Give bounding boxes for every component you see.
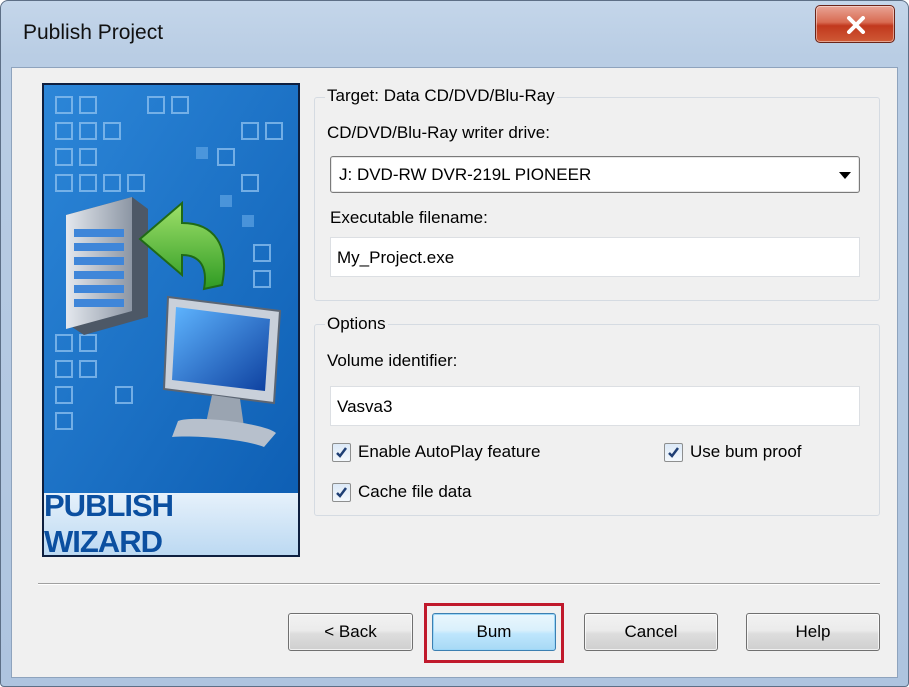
checkmark-icon [336,486,347,498]
filename-input-value: My_Project.exe [337,248,455,267]
banner-illustration [44,85,298,495]
chevron-down-icon [839,172,851,179]
close-icon [847,16,865,34]
wizard-banner: PUBLISH WIZARD [42,83,300,557]
drive-select-value: J: DVD-RW DVR-219L PIONEER [339,165,592,184]
filename-input[interactable]: My_Project.exe [330,237,860,277]
back-button[interactable]: < Back [288,613,413,651]
publish-project-dialog: Publish Project PUBLISH WIZARD Target: D… [0,0,909,687]
burnproof-option[interactable]: Use bum proof [664,442,802,462]
filename-label: Executable filename: [330,208,488,227]
banner-footer: PUBLISH WIZARD [44,488,298,555]
autoplay-label: Enable AutoPlay feature [358,442,541,461]
title-bar[interactable]: Publish Project [1,1,908,67]
help-button[interactable]: Help [746,613,880,651]
checkmark-icon [668,446,679,458]
volume-input-value: Vasva3 [337,397,393,416]
server-icon [66,197,148,335]
window-title: Publish Project [23,21,164,44]
autoplay-option[interactable]: Enable AutoPlay feature [332,442,540,462]
burnproof-label: Use bum proof [690,442,802,461]
burn-button-highlight [424,603,564,663]
checkmark-icon [336,446,347,458]
options-group-label: Options [325,314,388,334]
volume-input[interactable]: Vasva3 [330,386,860,426]
burnproof-checkbox[interactable] [664,442,683,462]
drive-label: CD/DVD/Blu-Ray writer drive: [327,123,550,142]
volume-label: Volume identifier: [327,351,458,370]
dialog-client-area: PUBLISH WIZARD Target: Data CD/DVD/Blu-R… [11,67,898,678]
separator [38,583,880,585]
cache-option[interactable]: Cache file data [332,482,471,502]
banner-caption: PUBLISH WIZARD [44,488,174,557]
drive-select[interactable]: J: DVD-RW DVR-219L PIONEER [330,156,860,193]
cache-label: Cache file data [358,482,472,501]
autoplay-checkbox[interactable] [332,442,351,462]
close-button[interactable] [815,5,895,43]
target-group-label: Target: Data CD/DVD/Blu-Ray [325,86,557,106]
cache-checkbox[interactable] [332,482,351,502]
cancel-button[interactable]: Cancel [584,613,718,651]
